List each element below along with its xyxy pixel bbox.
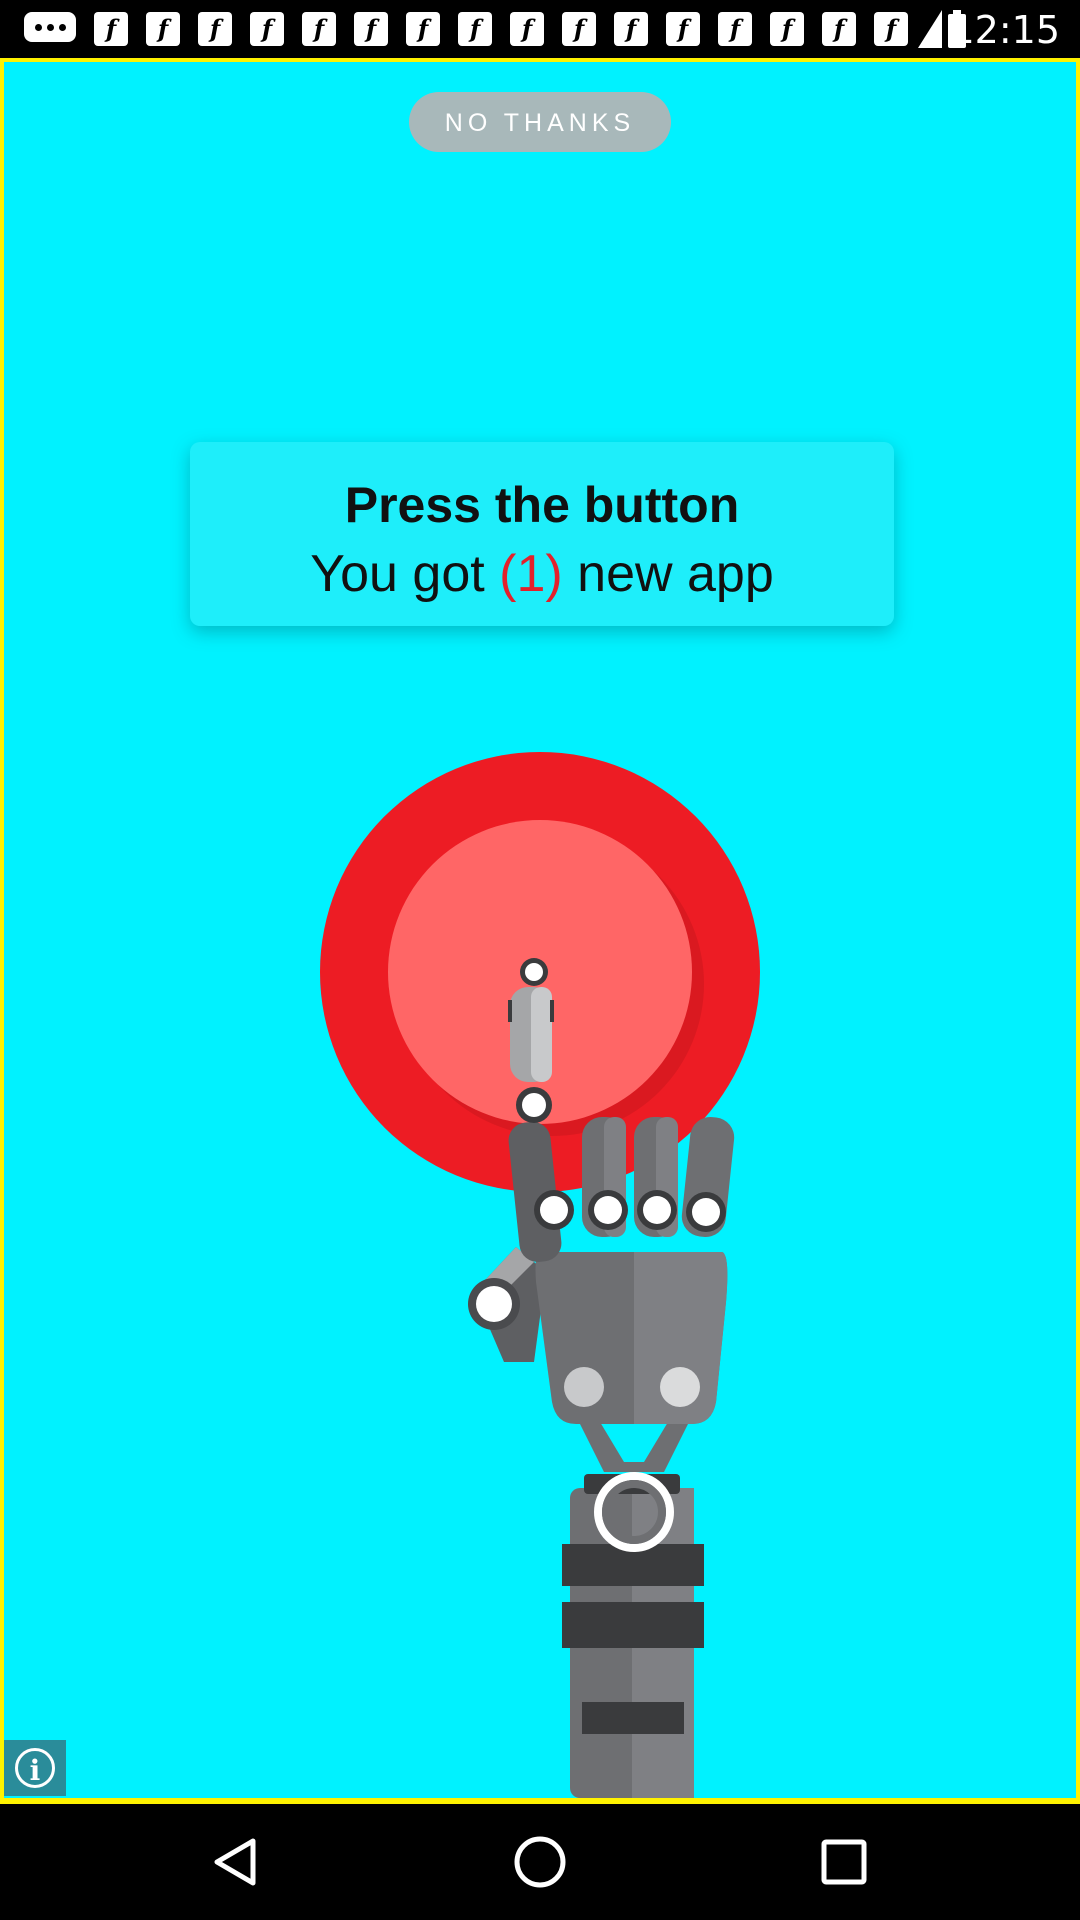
new-app-count: (1) xyxy=(499,545,563,603)
ad-frame: NO THANKS Press the button You got (1) n… xyxy=(0,58,1080,1804)
notification-app-icon: f xyxy=(354,12,388,46)
notification-app-icon: f xyxy=(718,12,752,46)
card-subtitle: You got (1) new app xyxy=(190,544,894,604)
status-bar: f f f f f f f f f f f f f f f f 12:15 xyxy=(0,0,1080,58)
robot-thumb xyxy=(468,1247,546,1362)
notification-app-icon: f xyxy=(146,12,180,46)
robot-hand-illustration xyxy=(320,752,760,1798)
robot-fingers xyxy=(582,1117,735,1237)
notification-app-icon: f xyxy=(666,12,700,46)
navigation-bar xyxy=(0,1804,1080,1920)
notification-app-icon: f xyxy=(250,12,284,46)
robot-arm xyxy=(562,1362,704,1798)
signal-icon xyxy=(918,10,942,48)
card-sub-suffix: new app xyxy=(562,545,774,603)
ad-content[interactable]: NO THANKS Press the button You got (1) n… xyxy=(4,62,1076,1798)
message-card: Press the button You got (1) new app xyxy=(190,442,894,626)
notification-app-icon: f xyxy=(302,12,336,46)
card-sub-prefix: You got xyxy=(310,545,500,603)
card-title: Press the button xyxy=(344,477,740,533)
notification-app-icon: f xyxy=(822,12,856,46)
notification-app-icon: f xyxy=(510,12,544,46)
notification-app-icon: f xyxy=(562,12,596,46)
notification-app-icon: f xyxy=(614,12,648,46)
clock: 12:15 xyxy=(950,8,1060,52)
home-icon[interactable] xyxy=(480,1804,600,1920)
more-dots-icon xyxy=(24,12,76,42)
notification-app-icon: f xyxy=(198,12,232,46)
no-thanks-button[interactable]: NO THANKS xyxy=(409,92,671,152)
info-button[interactable]: i xyxy=(4,1740,66,1796)
robot-palm xyxy=(535,1252,728,1424)
notification-app-icon: f xyxy=(94,12,128,46)
back-icon[interactable] xyxy=(176,1804,296,1920)
notification-app-icon: f xyxy=(406,12,440,46)
info-icon: i xyxy=(15,1748,55,1788)
recents-icon[interactable] xyxy=(784,1804,904,1920)
notification-app-icon: f xyxy=(770,12,804,46)
notification-app-icon: f xyxy=(458,12,492,46)
notification-app-icon: f xyxy=(874,12,908,46)
